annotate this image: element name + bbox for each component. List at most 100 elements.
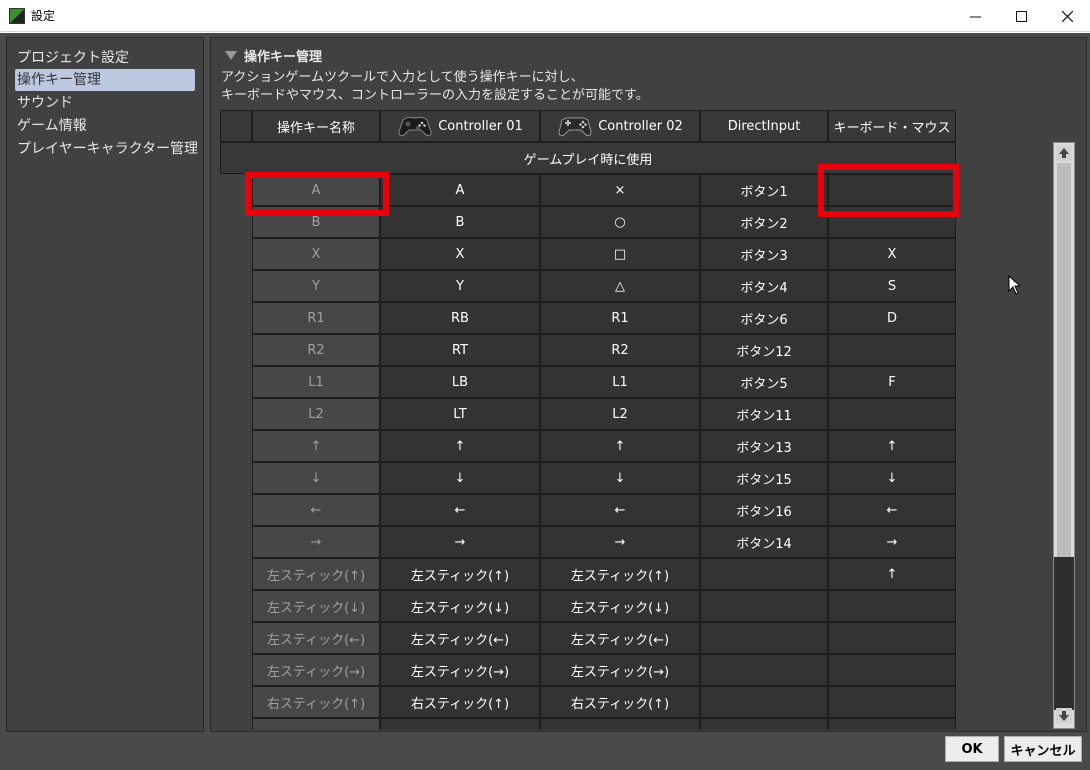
cell-controller-01[interactable]: → [380,526,540,558]
cell-controller-02[interactable]: 左スティック(←) [540,622,700,654]
cell-controller-02[interactable]: ↑ [540,430,700,462]
group-row-gameplay: ゲームプレイ時に使用 [220,142,956,174]
cell-controller-02[interactable]: □ [540,238,700,270]
cell-controller-01[interactable]: ← [380,494,540,526]
cell-controller-02[interactable]: 右スティック(↑) [540,686,700,718]
cell-keyboard-mouse[interactable]: → [828,526,956,558]
cell-directinput[interactable]: ボタン2 [700,206,828,238]
cell-directinput[interactable]: ボタン13 [700,430,828,462]
cell-controller-02[interactable] [540,718,700,730]
cell-directinput[interactable]: ボタン15 [700,462,828,494]
row-gutter [220,462,252,494]
cell-controller-01[interactable]: 左スティック(→) [380,654,540,686]
row-gutter [220,238,252,270]
cell-directinput[interactable] [700,654,828,686]
ok-button[interactable]: OK [945,736,999,762]
scroll-down-button[interactable] [1056,708,1072,724]
cell-controller-01[interactable]: 右スティック(↑) [380,686,540,718]
scroll-track-lower[interactable] [1054,557,1074,710]
cell-directinput[interactable] [700,718,828,730]
cell-keyboard-mouse[interactable] [828,590,956,622]
cell-controller-02[interactable]: ← [540,494,700,526]
cell-keyboard-mouse[interactable] [828,654,956,686]
cell-controller-01[interactable]: A [380,174,540,206]
cell-directinput[interactable] [700,590,828,622]
cell-directinput[interactable]: ボタン14 [700,526,828,558]
cell-controller-01[interactable]: X [380,238,540,270]
sidebar-item-sound[interactable]: サウンド [15,92,195,114]
vertical-scrollbar[interactable] [1053,142,1075,729]
cancel-button[interactable]: キャンセル [1004,736,1082,762]
sidebar-item-game-info[interactable]: ゲーム情報 [15,115,195,137]
maximize-button[interactable] [998,0,1044,32]
cell-directinput[interactable]: ボタン1 [700,174,828,206]
window-controls [952,0,1090,32]
cell-controller-02[interactable]: ○ [540,206,700,238]
cell-keyboard-mouse[interactable] [828,718,956,730]
scroll-thumb[interactable] [1057,163,1071,557]
cell-controller-01[interactable]: RT [380,334,540,366]
cell-keyboard-mouse[interactable]: S [828,270,956,302]
cell-directinput[interactable]: ボタン4 [700,270,828,302]
cell-directinput[interactable]: ボタン12 [700,334,828,366]
cell-controller-02[interactable]: → [540,526,700,558]
cell-keyboard-mouse[interactable] [828,398,956,430]
cell-controller-01[interactable]: 左スティック(↓) [380,590,540,622]
cell-directinput[interactable] [700,622,828,654]
cell-controller-02[interactable]: 左スティック(↓) [540,590,700,622]
cell-controller-01[interactable]: ↑ [380,430,540,462]
header-key-name: 操作キー名称 [252,110,380,142]
cell-controller-02[interactable]: △ [540,270,700,302]
cell-directinput[interactable]: ボタン16 [700,494,828,526]
row-gutter [220,590,252,622]
cell-controller-01[interactable] [380,718,540,730]
cell-controller-01[interactable]: 左スティック(↑) [380,558,540,590]
row-gutter [220,558,252,590]
cell-keyboard-mouse[interactable]: X [828,238,956,270]
cell-controller-02[interactable]: × [540,174,700,206]
cell-directinput[interactable]: ボタン3 [700,238,828,270]
cell-keyboard-mouse[interactable]: ← [828,494,956,526]
cell-keyboard-mouse[interactable] [828,686,956,718]
cell-controller-02[interactable]: R1 [540,302,700,334]
sidebar-item-player-characters[interactable]: プレイヤーキャラクター管理 [15,138,198,160]
section-header[interactable]: 操作キー管理 [225,46,322,65]
cell-controller-01[interactable]: ↓ [380,462,540,494]
cell-controller-02[interactable]: ↓ [540,462,700,494]
cell-key-name [252,718,380,730]
cell-controller-01[interactable]: Y [380,270,540,302]
cell-directinput[interactable]: ボタン5 [700,366,828,398]
cell-directinput[interactable] [700,558,828,590]
cell-controller-02[interactable]: 左スティック(→) [540,654,700,686]
minimize-button[interactable] [952,0,998,32]
cell-keyboard-mouse[interactable]: ↑ [828,430,956,462]
cell-keyboard-mouse[interactable]: D [828,302,956,334]
cell-keyboard-mouse[interactable] [828,334,956,366]
cell-controller-02[interactable]: L1 [540,366,700,398]
title-bar: 設定 [0,0,1090,32]
cell-controller-01[interactable]: B [380,206,540,238]
cell-keyboard-mouse[interactable]: ↑ [828,558,956,590]
sidebar-item-control-keys[interactable]: 操作キー管理 [15,69,195,91]
cell-controller-02[interactable]: R2 [540,334,700,366]
cell-controller-01[interactable]: RB [380,302,540,334]
cell-directinput[interactable] [700,686,828,718]
cell-controller-02[interactable]: L2 [540,398,700,430]
cell-controller-02[interactable]: 左スティック(↑) [540,558,700,590]
cell-controller-01[interactable]: LT [380,398,540,430]
cell-directinput[interactable]: ボタン6 [700,302,828,334]
scroll-up-button[interactable] [1056,145,1072,161]
close-button[interactable] [1044,0,1090,32]
cell-keyboard-mouse[interactable]: ↓ [828,462,956,494]
cell-keyboard-mouse[interactable] [828,174,956,206]
cell-directinput[interactable]: ボタン11 [700,398,828,430]
cell-keyboard-mouse[interactable] [828,206,956,238]
cell-keyboard-mouse[interactable]: F [828,366,956,398]
cell-controller-01[interactable]: LB [380,366,540,398]
cell-keyboard-mouse[interactable] [828,622,956,654]
cell-controller-01[interactable]: 左スティック(←) [380,622,540,654]
sidebar-item-project-settings[interactable]: プロジェクト設定 [15,47,195,69]
settings-sidebar: プロジェクト設定 操作キー管理 サウンド ゲーム情報 プレイヤーキャラクター管理 [6,37,204,732]
row-gutter [220,270,252,302]
header-corner [220,110,252,142]
